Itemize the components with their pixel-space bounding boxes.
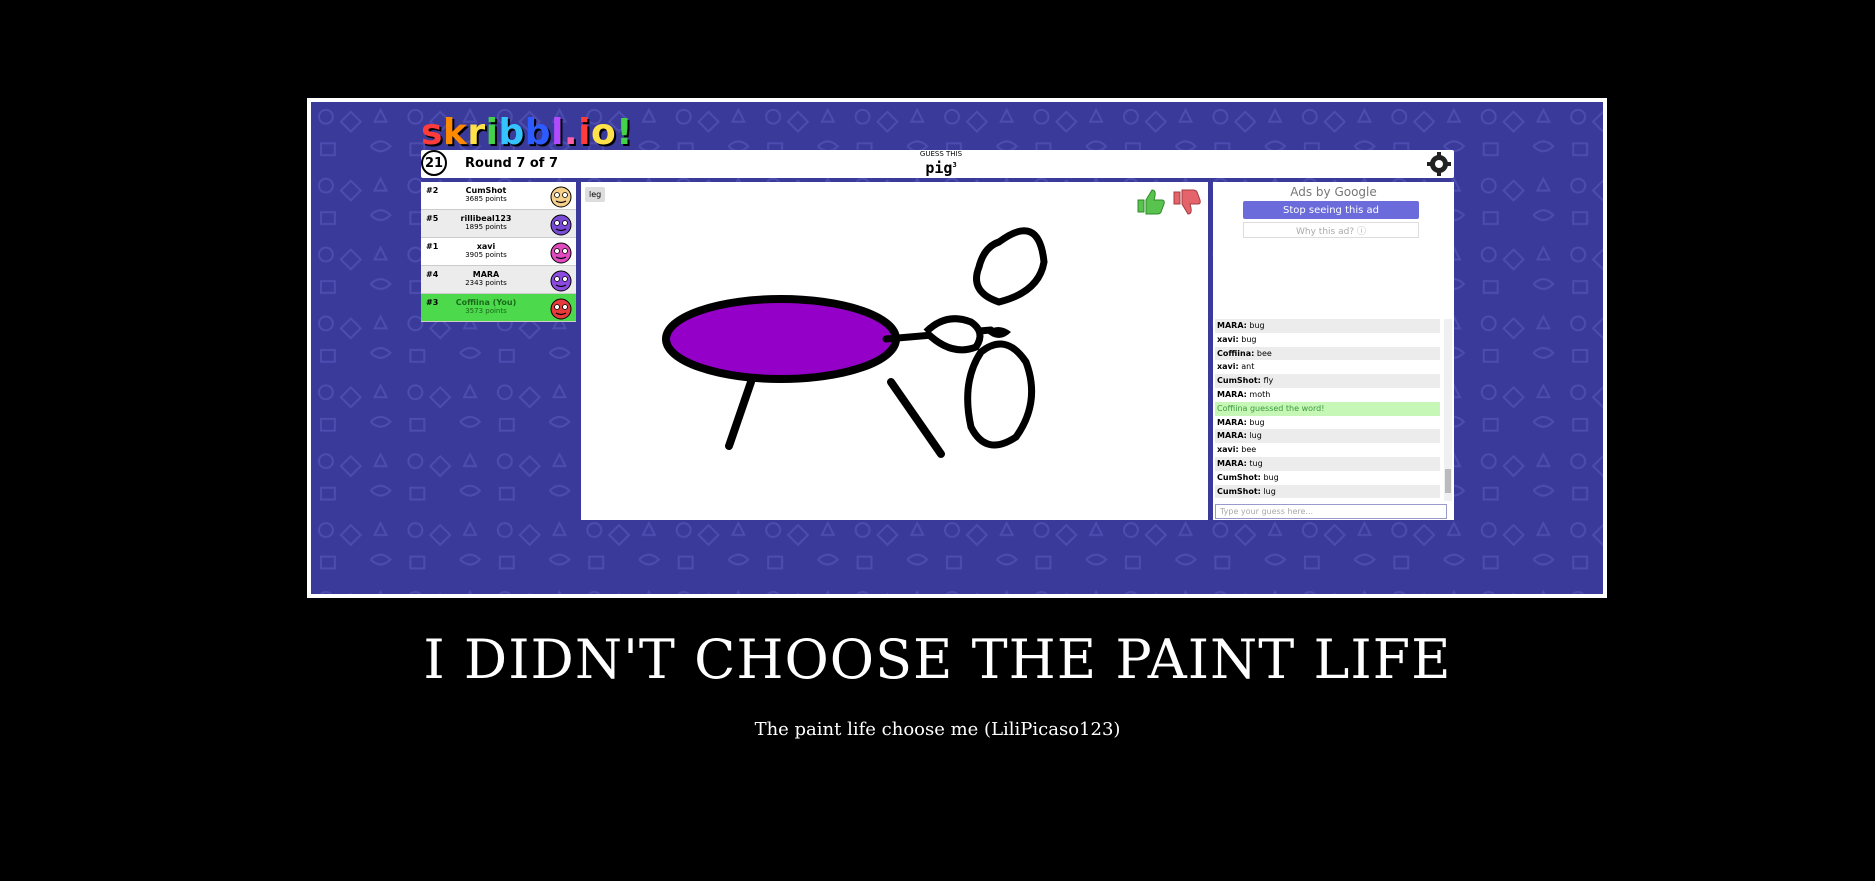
avatar-icon [550, 242, 572, 264]
player-row[interactable]: #4 MARA 2343 points [421, 266, 576, 294]
logo-letter: k [442, 112, 468, 153]
player-name: xavi [476, 242, 496, 251]
stop-seeing-ad-button[interactable]: Stop seeing this ad [1243, 201, 1419, 219]
gear-icon[interactable] [1426, 151, 1452, 177]
ads-title: Ads by Google [1290, 185, 1377, 199]
scrollbar-thumb[interactable] [1445, 469, 1451, 493]
logo-letter: ! [616, 112, 634, 153]
chat-text: bug [1249, 417, 1265, 427]
player-name: MARA [472, 270, 500, 279]
chat-text: tug [1249, 458, 1263, 468]
chat-message: xavi: bee [1215, 443, 1440, 457]
player-row[interactable]: #2 CumShot 3685 points [421, 182, 576, 210]
chat-user: MARA: [1217, 458, 1247, 468]
logo-letter: s [421, 112, 443, 153]
logo-letter: i [578, 112, 591, 153]
bug-drawing [662, 227, 1048, 458]
player-list: #2 CumShot 3685 points #5 rillibeal123 1895 p… [421, 182, 576, 322]
logo-letter: i [485, 112, 499, 153]
chat-user: MARA: [1217, 431, 1247, 441]
chat-text: bug [1249, 321, 1265, 330]
chat-text: lug [1263, 486, 1276, 496]
chat-message: Coffiina: bee [1215, 346, 1440, 361]
chat-user: xavi: [1217, 362, 1239, 372]
chat-user: MARA: [1217, 417, 1247, 427]
player-rank: #4 [426, 270, 439, 279]
chat-message: MARA: lug [1215, 429, 1440, 444]
player-name: Coffiina (You) [455, 298, 517, 307]
avatar-icon [550, 298, 572, 320]
chat-text: fly [1263, 376, 1274, 386]
chat-text: moth [1249, 389, 1271, 399]
player-row[interactable]: #1 xavi 3905 points [421, 238, 576, 266]
chat-message: MARA: moth [1215, 387, 1440, 402]
drawing-canvas[interactable]: leg [581, 182, 1208, 520]
chat-text: bug [1263, 472, 1279, 482]
chat-message: CumShot: lug [1215, 484, 1440, 499]
chat-text: lug [1249, 431, 1262, 441]
screenshot-frame: skribbl.io! 21 Round 7 of 7 GUESS THIS p… [307, 98, 1607, 598]
skribbl-logo: skribbl.io! [421, 112, 633, 153]
word-hint: pig3 [871, 159, 1011, 177]
chat-message: CumShot: fly [1215, 374, 1440, 388]
logo-letter: b [524, 112, 552, 153]
word-length: 3 [952, 161, 957, 169]
guess-this-label: GUESS THIS [919, 150, 963, 158]
chat-text: bee [1256, 348, 1272, 358]
player-rank: #5 [426, 214, 439, 223]
timer-clock-icon: 21 [421, 150, 447, 176]
word-text: pig [925, 159, 953, 177]
chat-user: MARA: [1217, 321, 1247, 330]
player-points: 3573 points [465, 307, 507, 315]
player-name: CumShot [465, 186, 507, 195]
why-this-ad-link[interactable]: Why this ad? ⓘ [1243, 222, 1419, 238]
chat-text: ant [1241, 362, 1255, 372]
player-points: 1895 points [465, 223, 507, 231]
logo-letter: . [563, 112, 579, 153]
guess-input[interactable]: Type your guess here... [1215, 504, 1447, 519]
chat-user: Coffiina: [1217, 348, 1255, 358]
avatar-icon [550, 270, 572, 292]
player-row[interactable]: #3 Coffiina (You) 3573 points [421, 294, 576, 322]
chat-user: MARA: [1217, 389, 1247, 399]
chat-text: Coffiina guessed the word! [1217, 403, 1325, 413]
player-rank: #1 [426, 242, 439, 251]
chat-log: MARA: bug xavi: bug Coffiina: bee xavi: ant… [1215, 319, 1440, 499]
logo-letter: o [590, 112, 617, 153]
side-panel: Ads by Google Stop seeing this ad Why th… [1213, 182, 1454, 520]
avatar-icon [550, 214, 572, 236]
chat-message: xavi: ant [1215, 360, 1440, 375]
chat-user: CumShot: [1217, 376, 1261, 386]
chat-message: xavi: bug [1215, 332, 1440, 347]
chat-message: Coffiina guessed the word! [1215, 401, 1440, 416]
chat-text: bug [1241, 334, 1257, 344]
chat-message: MARA: bug [1215, 319, 1440, 333]
player-points: 3685 points [465, 195, 507, 203]
avatar-icon [550, 186, 572, 208]
player-rank: #3 [426, 298, 439, 307]
player-row[interactable]: #5 rillibeal123 1895 points [421, 210, 576, 238]
chat-user: xavi: [1217, 445, 1239, 455]
chat-scrollbar[interactable] [1444, 319, 1452, 501]
chat-user: CumShot: [1217, 472, 1261, 482]
logo-letter: b [498, 112, 525, 153]
player-rank: #2 [426, 186, 439, 195]
chat-text: bee [1241, 445, 1257, 455]
player-name: rillibeal123 [460, 214, 512, 223]
logo-letter: l [551, 112, 564, 153]
chat-message: CumShot: bug [1215, 470, 1440, 485]
chat-user: xavi: [1217, 334, 1239, 344]
chat-message: MARA: bug [1215, 415, 1440, 430]
round-label: Round 7 of 7 [465, 156, 559, 171]
chat-user: CumShot: [1217, 486, 1261, 496]
logo-letter: r [467, 112, 486, 153]
poster-title: I DIDN'T CHOOSE THE PAINT LIFE [423, 628, 1452, 691]
chat-message: MARA: tug [1215, 456, 1440, 471]
player-points: 3905 points [465, 251, 507, 259]
game-header: 21 Round 7 of 7 GUESS THIS pig3 [421, 150, 1454, 178]
poster-subtitle: The paint life choose me (LiliPicaso123) [754, 719, 1121, 740]
player-points: 2343 points [465, 279, 507, 287]
